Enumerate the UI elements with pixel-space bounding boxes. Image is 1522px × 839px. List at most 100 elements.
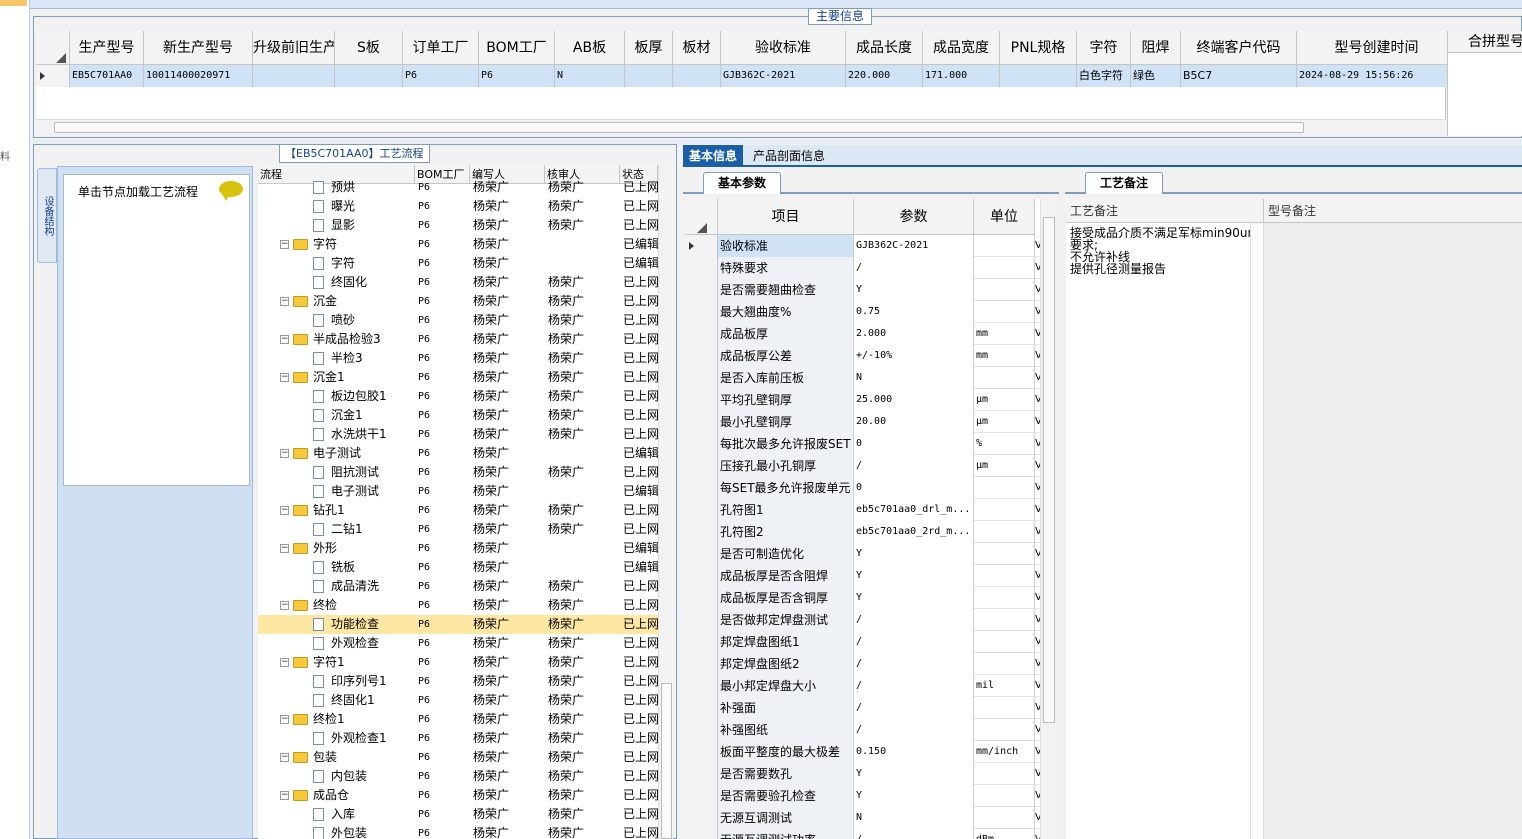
tree-row[interactable]: 半检3 P6 杨荣广 杨荣广 已上网 <box>258 349 658 368</box>
param-row[interactable]: 是否可制造优化 Y V <box>685 543 1040 565</box>
tree-row[interactable]: 板边包胶1 P6 杨荣广 杨荣广 已上网 <box>258 387 658 406</box>
param-row[interactable]: 是否需要数孔 Y V <box>685 763 1040 785</box>
tree-node[interactable]: 终固化 <box>258 273 415 292</box>
param-cell-v[interactable]: / <box>854 455 974 477</box>
row-header[interactable] <box>685 257 718 279</box>
row-header[interactable] <box>685 829 718 839</box>
param-row[interactable]: 是否需要验孔检查 Y V <box>685 785 1040 807</box>
tree-row[interactable]: − 终检 P6 杨荣广 杨荣广 已上网 <box>258 596 658 615</box>
param-row[interactable]: 验收标准 GJB362C-2021 V <box>685 235 1040 257</box>
tree-row[interactable]: − 字符 P6 杨荣广 已编辑 <box>258 235 658 254</box>
param-cell-v[interactable]: / <box>854 697 974 719</box>
tab-product-profile[interactable]: 产品剖面信息 <box>747 145 831 167</box>
row-header[interactable] <box>685 323 718 345</box>
tree-row[interactable]: 预烘 P6 杨荣广 杨荣广 已上网 <box>258 178 658 197</box>
tree-row[interactable]: 水洗烘干1 P6 杨荣广 杨荣广 已上网 <box>258 425 658 444</box>
param-cell-v[interactable]: Y <box>854 587 974 609</box>
notes-vscrollbar[interactable] <box>1250 223 1264 839</box>
tree-row[interactable]: 外包装 P6 杨荣广 杨荣广 已上网 <box>258 824 658 839</box>
param-row[interactable]: 孔符图2 eb5c701aa0_2rd_m... V <box>685 521 1040 543</box>
row-header[interactable] <box>685 785 718 807</box>
table-cell[interactable]: P6 <box>403 65 479 87</box>
param-row[interactable]: 是否需要翘曲检查 Y V <box>685 279 1040 301</box>
tree-node[interactable]: 显影 <box>258 216 415 235</box>
param-cell-v[interactable]: Y <box>854 785 974 807</box>
table-cell[interactable]: 绿色 <box>1131 65 1181 87</box>
tree-node[interactable]: 半检3 <box>258 349 415 368</box>
collapse-toggle-icon[interactable]: − <box>280 373 289 382</box>
tree-node[interactable]: 电子测试 <box>258 482 415 501</box>
column-header[interactable]: 板材 <box>673 31 721 65</box>
tree-node[interactable]: 预烘 <box>258 178 415 197</box>
column-header[interactable]: 阻焊 <box>1131 31 1181 65</box>
param-row[interactable]: 邦定焊盘图纸2/V <box>685 653 1040 675</box>
tree-node[interactable]: − 半成品检验3 <box>258 330 415 349</box>
tree-node[interactable]: 功能检查 <box>258 615 415 634</box>
tree-row[interactable]: 显影 P6 杨荣广 杨荣广 已上网 <box>258 216 658 235</box>
column-header[interactable]: S板 <box>335 31 403 65</box>
collapse-toggle-icon[interactable]: − <box>280 506 289 515</box>
row-header[interactable] <box>685 477 718 499</box>
param-cell-v[interactable]: / <box>854 257 974 279</box>
column-header[interactable]: BOM工厂 <box>479 31 555 65</box>
column-header[interactable]: 字符 <box>1077 31 1131 65</box>
row-header[interactable] <box>685 499 718 521</box>
param-cell-v[interactable]: 0.150 <box>854 741 974 763</box>
process-notes-text[interactable]: 接受成品介质不满足军标min90um 要求; 不允许补线 提供孔径测量报告 <box>1070 227 1259 275</box>
tree-row[interactable]: 外观检查1 P6 杨荣广 杨荣广 已上网 <box>258 729 658 748</box>
param-cell-v[interactable]: / <box>854 675 974 697</box>
collapse-toggle-icon[interactable]: − <box>280 335 289 344</box>
tree-node[interactable]: − 终检 <box>258 596 415 615</box>
tree-node[interactable]: 沉金1 <box>258 406 415 425</box>
column-header[interactable]: AB板 <box>555 31 625 65</box>
tree-node[interactable]: − 字符1 <box>258 653 415 672</box>
collapse-toggle-icon[interactable]: − <box>280 449 289 458</box>
param-cell-v[interactable]: Y <box>854 565 974 587</box>
tree-row[interactable]: − 终检1 P6 杨荣广 杨荣广 已上网 <box>258 710 658 729</box>
tree-row[interactable]: − 钻孔1 P6 杨荣广 杨荣广 已上网 <box>258 501 658 520</box>
collapse-toggle-icon[interactable]: − <box>280 753 289 762</box>
param-cell-v[interactable]: / <box>854 631 974 653</box>
tree-node[interactable]: − 成品仓 <box>258 786 415 805</box>
tree-row[interactable]: − 电子测试 P6 杨荣广 已编辑 <box>258 444 658 463</box>
param-cell-v[interactable]: 0 <box>854 477 974 499</box>
param-column-header[interactable]: 单位 <box>974 199 1035 235</box>
table-cell[interactable]: 171.000 <box>923 65 1000 87</box>
row-header[interactable] <box>685 345 718 367</box>
row-header[interactable] <box>685 741 718 763</box>
tree-node[interactable]: 终固化1 <box>258 691 415 710</box>
table-cell[interactable]: 10011400020971 <box>144 65 253 87</box>
tree-node[interactable]: 内包装 <box>258 767 415 786</box>
device-structure-tab[interactable]: 设备结构 <box>37 168 57 263</box>
tree-row[interactable]: 二钻1 P6 杨荣广 杨荣广 已上网 <box>258 520 658 539</box>
column-header[interactable]: 验收标准 <box>721 31 846 65</box>
table-cell[interactable] <box>253 65 335 87</box>
row-header[interactable] <box>685 235 718 257</box>
column-header[interactable]: 成品宽度 <box>923 31 1000 65</box>
table-cell[interactable]: 白色字符 <box>1077 65 1131 87</box>
tree-node[interactable]: − 沉金 <box>258 292 415 311</box>
column-header[interactable]: 生产型号 <box>70 31 144 65</box>
tree-node[interactable]: 铣板 <box>258 558 415 577</box>
tab-basic-params[interactable]: 基本参数 <box>703 172 782 194</box>
tree-row[interactable]: 终固化1 P6 杨荣广 杨荣广 已上网 <box>258 691 658 710</box>
row-header[interactable] <box>685 807 718 829</box>
tree-node[interactable]: 入库 <box>258 805 415 824</box>
row-header[interactable] <box>685 433 718 455</box>
collapse-toggle-icon[interactable]: − <box>280 658 289 667</box>
column-header[interactable]: 板厚 <box>625 31 673 65</box>
tree-node[interactable]: 阻抗测试 <box>258 463 415 482</box>
row-header[interactable] <box>685 367 718 389</box>
merged-model-header[interactable]: 合拼型号 <box>1448 31 1522 53</box>
row-header[interactable] <box>685 631 718 653</box>
row-header[interactable] <box>685 675 718 697</box>
main-grid-hscrollbar[interactable] <box>36 119 1446 134</box>
param-cell-v[interactable]: 0.75 <box>854 301 974 323</box>
column-header[interactable]: 新生产型号 <box>144 31 253 65</box>
tree-row[interactable]: − 半成品检验3 P6 杨荣广 杨荣广 已上网 <box>258 330 658 349</box>
tree-node[interactable]: 字符 <box>258 254 415 273</box>
param-column-header[interactable]: 项目 <box>718 199 854 235</box>
param-cell-v[interactable]: 20.00 <box>854 411 974 433</box>
param-cell-v[interactable]: N <box>854 367 974 389</box>
tree-node[interactable]: − 字符 <box>258 235 415 254</box>
